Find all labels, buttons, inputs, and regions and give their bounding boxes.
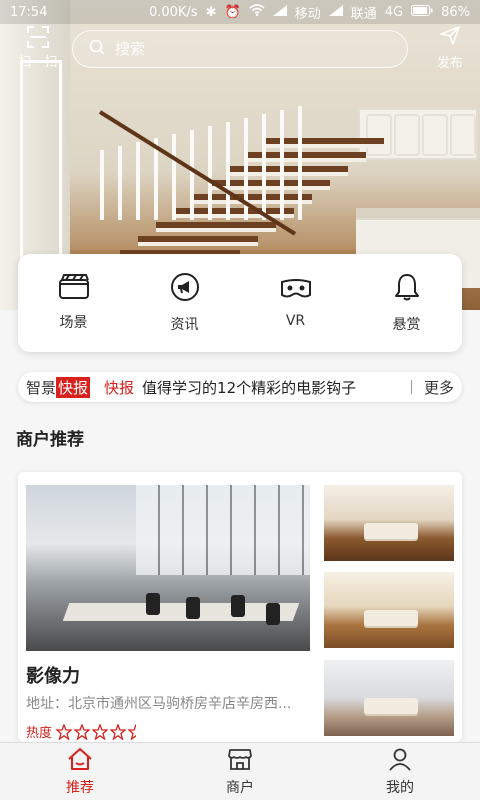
category-vr[interactable]: VR xyxy=(240,254,351,352)
publish-label: 发布 xyxy=(436,56,463,71)
nav-merchant[interactable]: 商户 xyxy=(160,743,320,800)
hero-baluster xyxy=(298,106,302,220)
category-label: 资讯 xyxy=(170,317,199,333)
merchant-main-photo[interactable] xyxy=(26,485,310,651)
scan-icon xyxy=(27,26,49,48)
hero-staircase xyxy=(98,100,384,270)
merchant-name: 影像力 xyxy=(26,666,80,687)
hero-stair-step xyxy=(156,222,276,232)
photo-sofa xyxy=(364,523,418,539)
signal-icon xyxy=(272,4,287,20)
vr-goggles-icon xyxy=(279,277,313,305)
nav-label: 商户 xyxy=(226,779,254,796)
publish-button[interactable]: 发布 xyxy=(428,24,472,71)
scan-label: 扫一扫 xyxy=(18,55,58,70)
hero-baluster xyxy=(136,142,140,220)
hero-baluster xyxy=(208,126,212,220)
status-time: 17:54 xyxy=(10,4,48,20)
bottom-nav: 推荐 商户 我的 xyxy=(0,742,480,800)
hero-baluster xyxy=(280,110,284,220)
carrier-2: 联通 xyxy=(350,6,377,22)
hero-baluster xyxy=(118,146,122,220)
nav-recommend[interactable]: 推荐 xyxy=(0,743,160,800)
nav-label: 我的 xyxy=(386,779,414,796)
carrier-1: 移动 xyxy=(294,6,321,22)
battery-icon xyxy=(411,4,433,20)
battery-level: 86% xyxy=(441,4,470,20)
category-news[interactable]: 资讯 xyxy=(129,254,240,352)
hero-baluster xyxy=(172,134,176,220)
megaphone-icon xyxy=(170,272,200,306)
merchant-photo-4[interactable] xyxy=(324,660,454,736)
category-label: 场景 xyxy=(59,315,88,331)
wifi-icon xyxy=(249,4,265,20)
bluetooth-icon: ✱ xyxy=(205,4,217,20)
scan-button[interactable]: 扫一扫 xyxy=(12,26,64,70)
hero-baluster xyxy=(226,122,230,220)
category-label: VR xyxy=(285,313,306,329)
photo-glass-wall xyxy=(136,485,310,575)
photo-chair xyxy=(231,595,245,617)
merchant-heat: 热度 xyxy=(26,722,145,741)
photo-chair xyxy=(186,597,200,619)
merchant-address: 地址：北京市通州区马驹桥房辛店辛房西... xyxy=(26,696,292,712)
merchant-card[interactable]: 影像力 地址：北京市通州区马驹桥房辛店辛房西... 热度 xyxy=(18,472,462,742)
search-input[interactable] xyxy=(115,40,355,58)
section-title: 商户推荐 xyxy=(16,430,84,450)
paper-plane-icon xyxy=(439,26,461,50)
nav-profile[interactable]: 我的 xyxy=(320,743,480,800)
alarm-icon: ⏰ xyxy=(224,4,241,20)
category-menu: 场景 资讯 VR 悬赏 xyxy=(18,254,462,352)
bell-icon xyxy=(394,272,420,306)
category-scene[interactable]: 场景 xyxy=(18,254,129,352)
shop-icon xyxy=(227,747,253,775)
star-icon xyxy=(56,723,73,740)
photo-chair xyxy=(266,603,280,625)
heat-label: 热度 xyxy=(26,726,53,741)
clapperboard-icon xyxy=(58,274,90,304)
signal-icon xyxy=(328,4,343,20)
ticker-divider xyxy=(410,380,412,394)
merchant-photo-3[interactable] xyxy=(324,572,454,648)
user-icon xyxy=(388,747,412,775)
ticker-headline[interactable]: 值得学习的12个精彩的电影钩子 xyxy=(142,377,399,398)
hero-cabinets xyxy=(358,108,478,160)
photo-desk xyxy=(62,603,300,621)
nav-label: 推荐 xyxy=(66,779,94,796)
ticker-brand-highlight: 快报 xyxy=(56,376,91,398)
star-icon xyxy=(74,723,91,740)
status-speed: 0.00K/s xyxy=(148,4,198,20)
ticker-tag: 快报 xyxy=(104,378,135,397)
hero-counter xyxy=(356,208,480,218)
rating-stars xyxy=(56,723,145,740)
ticker-brand: 智景 xyxy=(26,378,57,397)
hero-baluster xyxy=(100,150,104,220)
home-icon xyxy=(67,747,93,775)
photo-sofa xyxy=(364,610,418,626)
ticker-more-link[interactable]: 更多 xyxy=(424,377,454,398)
photo-chair xyxy=(146,593,160,615)
star-icon xyxy=(128,723,145,740)
network-type: 4G xyxy=(384,4,404,20)
hero-stair-step xyxy=(138,236,258,246)
merchant-photo-2[interactable] xyxy=(324,485,454,561)
category-label: 悬赏 xyxy=(392,317,421,333)
photo-sofa xyxy=(364,698,418,714)
star-icon xyxy=(110,723,127,740)
hero-baluster xyxy=(262,114,266,220)
status-bar: 17:54 0.00K/s ✱ ⏰ 移动 联通 4G 86% xyxy=(0,0,480,24)
hero-baluster xyxy=(190,130,194,220)
news-ticker[interactable]: 智景 快报 快报 值得学习的12个精彩的电影钩子 更多 xyxy=(18,372,462,402)
star-icon xyxy=(92,723,109,740)
category-bounty[interactable]: 悬赏 xyxy=(351,254,462,352)
top-bar: 扫一扫 发布 xyxy=(0,24,480,74)
search-bar[interactable] xyxy=(72,30,408,68)
search-icon xyxy=(89,39,105,59)
